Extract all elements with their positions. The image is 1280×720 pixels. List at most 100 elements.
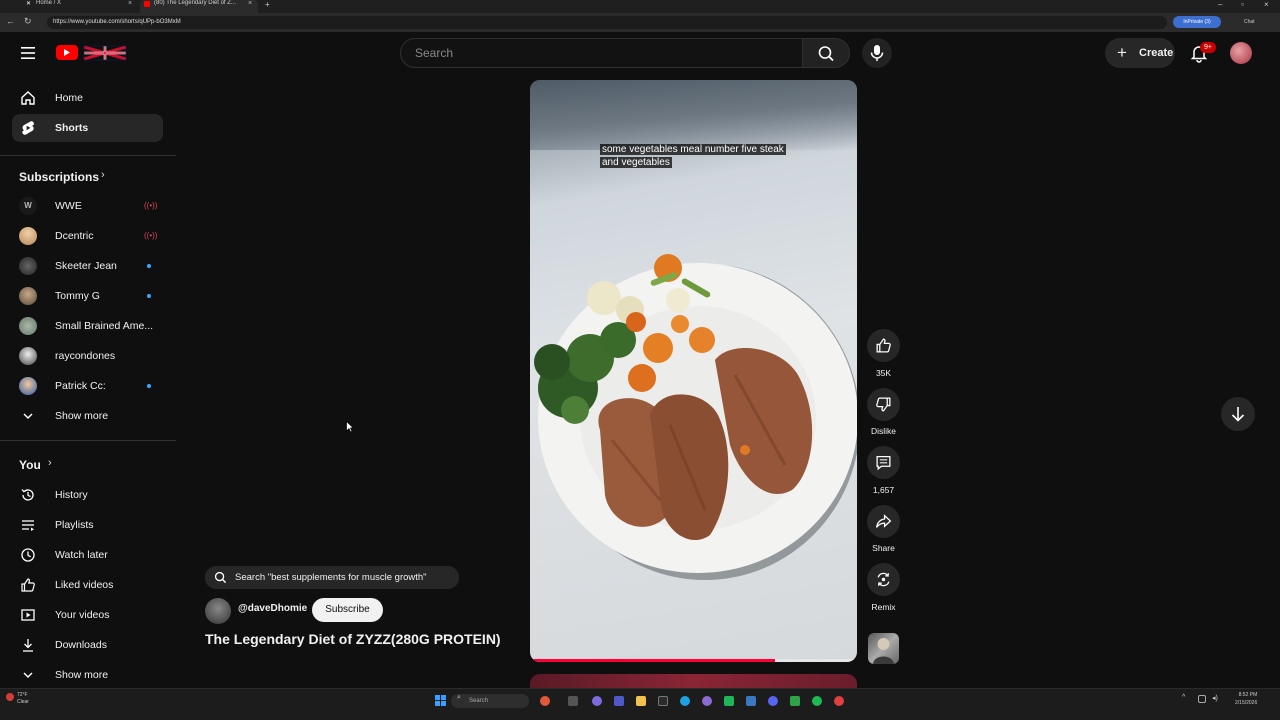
next-short-preview[interactable] bbox=[530, 674, 857, 688]
sidebar-item-label: History bbox=[55, 489, 88, 501]
dislike-button[interactable] bbox=[867, 388, 900, 421]
discord-icon[interactable] bbox=[768, 696, 778, 706]
weather-temp: 72°F bbox=[17, 692, 28, 698]
like-button[interactable] bbox=[867, 329, 900, 362]
app-icon[interactable] bbox=[702, 696, 712, 706]
teams-icon[interactable] bbox=[614, 696, 624, 706]
short-title[interactable]: The Legendary Diet of ZYZZ(280G PROTEIN) bbox=[205, 631, 501, 647]
video-caption: some vegetables meal number five steak a… bbox=[600, 143, 805, 169]
channel-name-link[interactable]: @daveDhomie bbox=[238, 603, 307, 614]
create-button[interactable]: + Create bbox=[1105, 38, 1175, 68]
close-tab-icon[interactable]: × bbox=[248, 0, 252, 7]
close-window-icon[interactable]: × bbox=[1264, 0, 1269, 9]
share-label: Share bbox=[872, 543, 895, 553]
taskbar-search[interactable]: Search bbox=[451, 694, 529, 708]
short-video-player[interactable]: some vegetables meal number five steak a… bbox=[530, 80, 857, 662]
minimize-icon[interactable]: – bbox=[1218, 0, 1222, 9]
search-input[interactable]: Search bbox=[400, 38, 803, 68]
sidebar-item-playlists[interactable]: Playlists bbox=[12, 511, 163, 539]
next-short-button[interactable] bbox=[1221, 397, 1255, 431]
subscription-item[interactable]: W WWE ((•)) bbox=[12, 192, 163, 220]
tray-chevron-icon[interactable]: ^ bbox=[1182, 694, 1185, 701]
weather-alert-icon bbox=[6, 693, 14, 701]
chevron-right-icon[interactable]: › bbox=[48, 457, 52, 469]
edge-icon[interactable] bbox=[680, 696, 690, 706]
you-heading[interactable]: You bbox=[19, 458, 41, 472]
sidebar-item-watch-later[interactable]: Watch later bbox=[12, 541, 163, 569]
new-content-dot bbox=[147, 384, 151, 388]
channel-avatar bbox=[19, 227, 37, 245]
sidebar-item-label: Playlists bbox=[55, 519, 94, 531]
inprivate-badge[interactable]: InPrivate (3) bbox=[1173, 16, 1221, 28]
remix-icon bbox=[877, 572, 890, 587]
volume-icon[interactable]: ◂) bbox=[1212, 694, 1218, 702]
windows-taskbar: 72°F Clear Search ⌕ ^ ◂) 8:52 PM 2/15/20… bbox=[0, 688, 1280, 720]
browser-tab-active[interactable]: (80) The Legendary Diet of Z... × bbox=[140, 0, 258, 13]
spotify-icon[interactable] bbox=[812, 696, 822, 706]
channel-thumbnail[interactable] bbox=[868, 633, 899, 664]
subscription-label: Small Brained Ame... bbox=[55, 320, 154, 332]
comment-icon bbox=[876, 456, 891, 471]
sidebar-item-shorts[interactable]: Shorts bbox=[12, 114, 163, 142]
copilot-icon[interactable] bbox=[592, 696, 602, 706]
subscription-item[interactable]: Skeeter Jean bbox=[12, 252, 163, 280]
weather-desc: Clear bbox=[17, 699, 29, 705]
taskbar-clock[interactable]: 8:52 PM 2/15/2026 bbox=[1235, 691, 1257, 707]
subscriptions-show-more-button[interactable]: Show more bbox=[12, 402, 163, 430]
browser-tab-bar: ✕ Home / X × (80) The Legendary Diet of … bbox=[0, 0, 1280, 13]
chevron-right-icon[interactable]: › bbox=[101, 169, 105, 181]
tab-title: (80) The Legendary Diet of Z... bbox=[154, 0, 236, 6]
refresh-icon[interactable]: ↻ bbox=[24, 16, 32, 27]
comments-button[interactable] bbox=[867, 446, 900, 479]
close-tab-icon[interactable]: × bbox=[128, 0, 132, 7]
share-button[interactable] bbox=[867, 505, 900, 538]
search-suggestion-chip[interactable]: Search "best supplements for muscle grow… bbox=[205, 566, 459, 589]
subscription-item[interactable]: raycondones bbox=[12, 342, 163, 370]
remix-button[interactable] bbox=[867, 563, 900, 596]
sidebar-item-downloads[interactable]: Downloads bbox=[12, 631, 163, 659]
chat-button[interactable]: Chat bbox=[1244, 16, 1255, 28]
subscribe-button[interactable]: Subscribe bbox=[312, 598, 383, 622]
subscriptions-heading[interactable]: Subscriptions bbox=[19, 170, 99, 184]
app-icon[interactable] bbox=[790, 696, 800, 706]
you-show-more-button[interactable]: Show more bbox=[12, 661, 163, 689]
windows-start-icon[interactable] bbox=[435, 695, 446, 706]
subscription-item[interactable]: Tommy G bbox=[12, 282, 163, 310]
search-icon bbox=[818, 46, 834, 62]
file-explorer-icon[interactable] bbox=[636, 696, 646, 706]
sidebar-divider bbox=[0, 440, 176, 441]
app-icon[interactable] bbox=[834, 696, 844, 706]
account-avatar[interactable] bbox=[1230, 42, 1252, 64]
channel-avatar: W bbox=[19, 197, 37, 215]
sidebar-item-your-videos[interactable]: Your videos bbox=[12, 601, 163, 629]
sidebar-item-label: Liked videos bbox=[55, 579, 114, 591]
app-icon[interactable] bbox=[746, 696, 756, 706]
app-icon[interactable] bbox=[724, 696, 734, 706]
sidebar-item-history[interactable]: History bbox=[12, 481, 163, 509]
browser-tab[interactable]: ✕ Home / X × bbox=[22, 0, 140, 13]
store-icon[interactable] bbox=[658, 696, 668, 706]
menu-icon[interactable] bbox=[18, 44, 38, 62]
subscription-item[interactable]: Dcentric ((•)) bbox=[12, 222, 163, 250]
subscriptions-title: Subscriptions bbox=[19, 170, 100, 184]
sidebar-item-home[interactable]: Home bbox=[12, 84, 163, 112]
playlists-icon bbox=[22, 520, 34, 531]
sidebar-item-liked-videos[interactable]: Liked videos bbox=[12, 571, 163, 599]
back-icon[interactable]: ← bbox=[6, 16, 15, 26]
app-icon[interactable] bbox=[540, 696, 550, 706]
youtube-logo[interactable] bbox=[54, 42, 130, 64]
like-count: 35K bbox=[875, 368, 892, 378]
caption-line: and vegetables bbox=[600, 157, 672, 168]
weather-widget[interactable]: 72°F Clear bbox=[17, 692, 29, 706]
maximize-icon[interactable]: ▫ bbox=[1241, 0, 1244, 9]
wifi-icon[interactable] bbox=[1198, 695, 1206, 703]
youtube-favicon-icon bbox=[144, 1, 150, 7]
search-button[interactable] bbox=[802, 38, 850, 68]
task-view-icon[interactable] bbox=[568, 696, 578, 706]
new-tab-icon[interactable]: + bbox=[265, 0, 270, 9]
voice-search-button[interactable] bbox=[862, 38, 892, 68]
channel-avatar[interactable] bbox=[205, 598, 231, 624]
url-field[interactable]: https://www.youtube.com/shorts/qUPp-bO3M… bbox=[47, 16, 1167, 29]
subscription-item[interactable]: Small Brained Ame... bbox=[12, 312, 163, 340]
subscription-item[interactable]: Patrick Cc: bbox=[12, 372, 163, 400]
